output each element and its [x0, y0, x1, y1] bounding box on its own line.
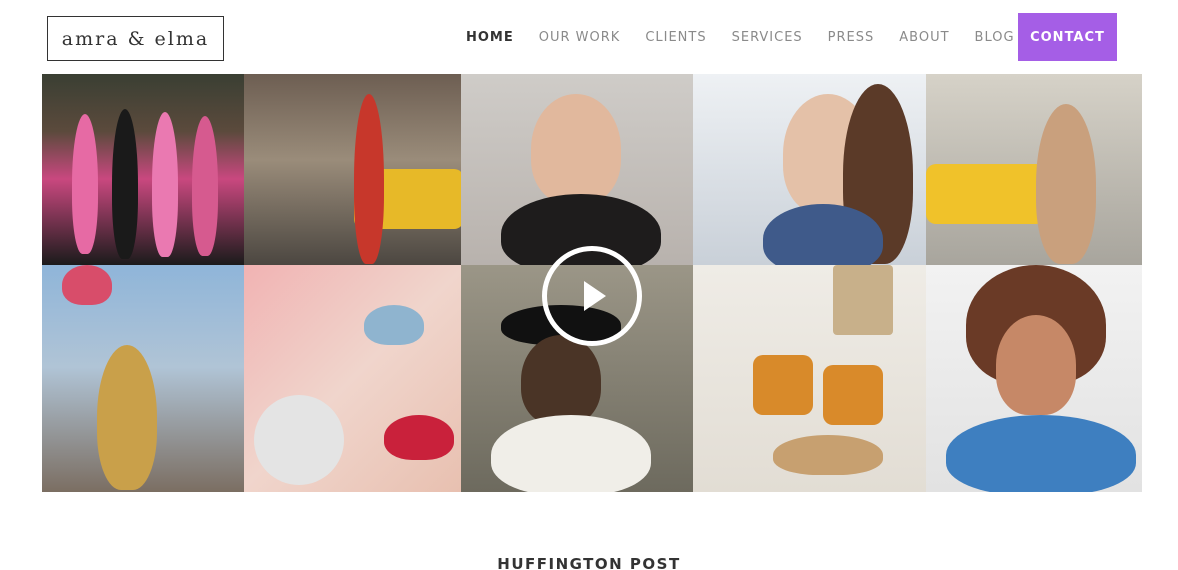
photo-woman-brooklyn-bridge	[42, 265, 244, 492]
photo-tea-cookies-table	[693, 265, 926, 492]
photo-woman-yellow-taxi	[926, 74, 1142, 265]
nav-item-our-work[interactable]: OUR WORK	[539, 30, 621, 45]
nav-item-services[interactable]: SERVICES	[732, 30, 803, 45]
press-section-title: HUFFINGTON POST	[497, 555, 681, 570]
photo-woman-chocolate	[461, 74, 693, 265]
photo-woman-winter-frost	[693, 74, 926, 265]
photo-lip-gloss-closeup	[244, 265, 461, 492]
contact-button[interactable]: CONTACT	[1018, 13, 1117, 61]
photo-curly-hair-woman	[926, 265, 1142, 492]
nav-item-press[interactable]: PRESS	[828, 30, 875, 45]
play-button[interactable]	[542, 246, 642, 346]
site-header: amra & elma HOME OUR WORK CLIENTS SERVIC…	[0, 0, 1178, 74]
logo-text: amra & elma	[61, 27, 210, 50]
logo[interactable]: amra & elma	[47, 16, 224, 61]
nav-item-about[interactable]: ABOUT	[899, 30, 949, 45]
nav-item-blog[interactable]: BLOG	[975, 30, 1015, 45]
photo-fashion-runway	[42, 74, 244, 265]
nav-item-clients[interactable]: CLIENTS	[645, 30, 706, 45]
play-icon	[584, 281, 606, 311]
nav-item-home[interactable]: HOME	[466, 30, 514, 45]
photo-city-taxi-street	[244, 74, 461, 265]
main-nav: HOME OUR WORK CLIENTS SERVICES PRESS ABO…	[466, 0, 1040, 74]
